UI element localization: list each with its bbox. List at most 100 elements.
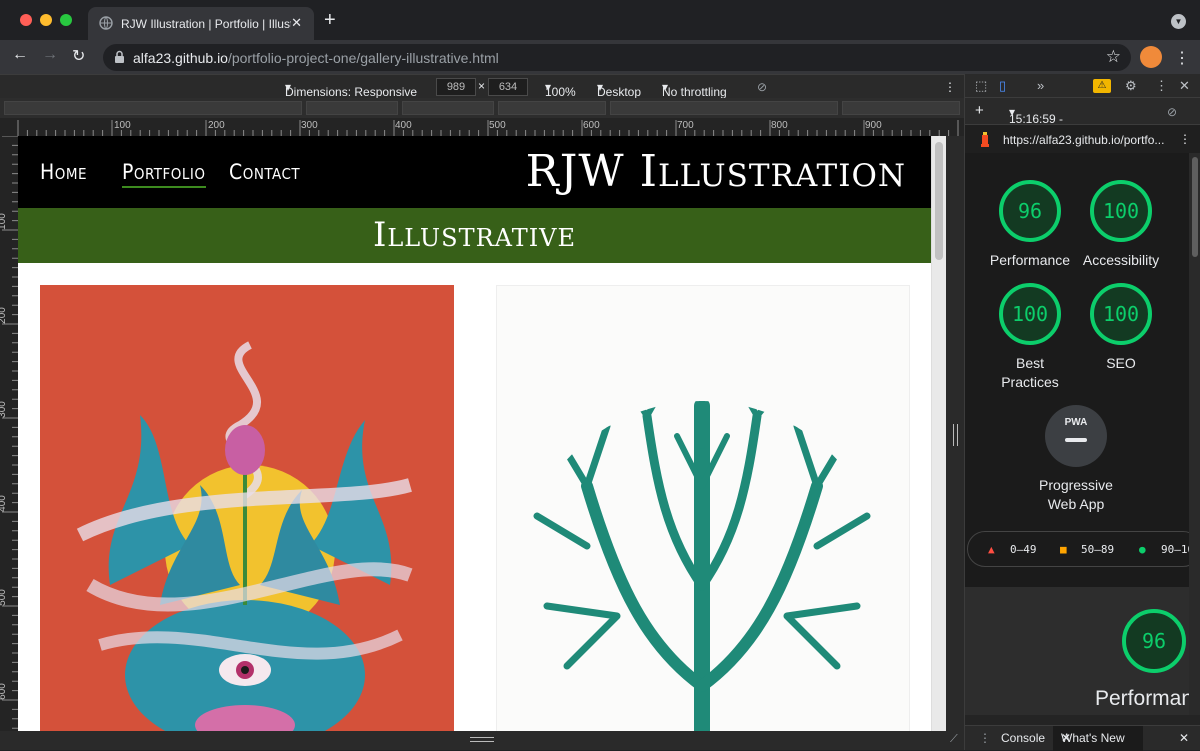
- times-icon: ×: [478, 79, 486, 93]
- media-query-segment[interactable]: [402, 101, 494, 115]
- performance-detail-gauge[interactable]: 96: [1122, 609, 1186, 673]
- address-bar[interactable]: alfa23.github.io/portfolio-project-one/g…: [103, 44, 1131, 71]
- best-practices-gauge[interactable]: 100: [999, 283, 1061, 345]
- ruler-label: 800: [771, 120, 788, 131]
- media-query-segment[interactable]: [306, 101, 398, 115]
- media-query-segment[interactable]: [498, 101, 606, 115]
- gallery-artwork-coral[interactable]: [496, 285, 910, 731]
- ruler-label: 600: [583, 120, 600, 131]
- ruler-label: 500: [489, 120, 506, 131]
- lighthouse-report: 96 Performance 100 Accessibility 100 Bes…: [965, 153, 1189, 593]
- browser-menu-icon[interactable]: ⋮: [1174, 48, 1190, 68]
- close-devtools-icon[interactable]: ✕: [1179, 78, 1190, 94]
- ruler-ticks: [17, 120, 959, 136]
- settings-gear-icon[interactable]: ⚙: [1125, 78, 1137, 94]
- seo-label: SEO: [1106, 355, 1136, 371]
- back-arrow-icon[interactable]: ←: [12, 46, 28, 64]
- site-header: Home Portfolio Contact RJW Illustration: [18, 136, 931, 208]
- drawer-tab-whats-new[interactable]: What's New ✕: [1053, 726, 1143, 751]
- new-tab-button[interactable]: +: [324, 10, 336, 30]
- minimize-window-button[interactable]: [40, 14, 52, 26]
- drawer-menu-icon[interactable]: ⋮: [979, 731, 991, 745]
- gallery-artwork-creature[interactable]: [40, 285, 454, 731]
- device-type-dropdown[interactable]: Desktop ▾: [597, 80, 641, 99]
- maximize-window-button[interactable]: [60, 14, 72, 26]
- vertical-ruler: 100 200 300 400 500 600: [0, 136, 18, 731]
- viewport-scrollbar[interactable]: [931, 136, 946, 731]
- site-brand[interactable]: RJW Illustration: [526, 146, 906, 197]
- more-tabs-icon[interactable]: »: [1037, 78, 1044, 93]
- accessibility-gauge[interactable]: 100: [1090, 180, 1152, 242]
- close-window-button[interactable]: [20, 14, 32, 26]
- nav-portfolio[interactable]: Portfolio: [122, 160, 206, 188]
- performance-detail-title: Performance: [1095, 687, 1189, 710]
- emulated-viewport: Home Portfolio Contact RJW Illustration …: [18, 136, 931, 731]
- ruler-label: 900: [865, 120, 882, 131]
- bookmark-star-icon[interactable]: ☆: [1106, 47, 1121, 67]
- devtools-toolbar: ⬚ ▯ » ⚠ ⚙ ⋮ ✕: [965, 74, 1200, 98]
- globe-icon: [99, 16, 113, 30]
- forward-arrow-icon[interactable]: →: [42, 46, 58, 64]
- devtools-scrollbar-thumb[interactable]: [1192, 157, 1198, 257]
- device-toggle-icon[interactable]: ▯: [999, 78, 1006, 94]
- scrollbar-thumb[interactable]: [935, 142, 943, 260]
- devtools-menu-icon[interactable]: ⋮: [1155, 78, 1168, 94]
- tab-strip: RJW Illustration | Portfolio | Illustrat…: [0, 0, 1200, 40]
- devtools-scrollbar[interactable]: [1189, 153, 1200, 715]
- url-text: alfa23.github.io/portfolio-project-one/g…: [133, 50, 499, 66]
- width-input[interactable]: 989: [436, 78, 476, 96]
- warning-badge-icon[interactable]: ⚠: [1093, 79, 1111, 93]
- drawer-tab-whats-new-label: What's New: [1061, 731, 1125, 745]
- ruler-label: 200: [0, 307, 8, 324]
- media-query-segment[interactable]: [610, 101, 838, 115]
- new-report-icon[interactable]: +: [975, 102, 984, 119]
- dimensions-dropdown[interactable]: Dimensions: Responsive ▾: [285, 80, 417, 99]
- report-selector[interactable]: 15:16:59 - alfa23.github.io ▾: [1009, 105, 1090, 140]
- report-url: https://alfa23.github.io/portfo...: [1003, 133, 1165, 147]
- tab-search-button[interactable]: ▼: [1171, 14, 1186, 29]
- browser-tab[interactable]: RJW Illustration | Portfolio | Illustrat…: [88, 7, 314, 40]
- section-banner: Illustrative: [18, 208, 931, 263]
- nav-contact[interactable]: Contact: [229, 160, 300, 184]
- clear-reports-icon[interactable]: ⊘: [1167, 105, 1177, 119]
- close-tab-icon[interactable]: ✕: [291, 15, 302, 31]
- drawer-tab-console[interactable]: Console: [1001, 731, 1045, 745]
- nav-home[interactable]: Home: [40, 160, 87, 184]
- height-input[interactable]: 634: [488, 78, 528, 96]
- tab-title: RJW Illustration | Portfolio | Illustrat…: [121, 17, 291, 31]
- corner-resize-icon[interactable]: ⟋: [950, 733, 958, 746]
- inspect-element-icon[interactable]: ⬚: [975, 78, 987, 94]
- url-path: /portfolio-project-one/gallery-illustrat…: [227, 50, 499, 66]
- fail-triangle-icon: ▲: [988, 543, 995, 556]
- pwa-badge-text: PWA: [1064, 417, 1088, 428]
- bottom-resize-handle-icon[interactable]: [470, 737, 494, 742]
- zoom-dropdown[interactable]: 100% ▾: [545, 80, 576, 99]
- devtools-drawer: ⋮ Console What's New ✕ ✕: [965, 725, 1200, 751]
- pass-circle-icon: ●: [1139, 543, 1146, 556]
- performance-label: Performance: [989, 252, 1071, 268]
- ruler-label: 500: [0, 589, 8, 606]
- throttling-dropdown[interactable]: No throttling ▾: [662, 80, 727, 99]
- lighthouse-icon: [981, 132, 989, 147]
- accessibility-label: Accessibility: [1082, 252, 1160, 268]
- ruler-label: 200: [208, 120, 225, 131]
- device-toolbar-menu-icon[interactable]: ⋮: [944, 80, 956, 94]
- media-query-segment[interactable]: [842, 101, 960, 115]
- profile-avatar[interactable]: [1140, 46, 1162, 68]
- legend-average-range: 50–89: [1081, 543, 1115, 556]
- seo-gauge[interactable]: 100: [1090, 283, 1152, 345]
- media-query-segment[interactable]: [4, 101, 302, 115]
- close-drawer-icon[interactable]: ✕: [1179, 731, 1189, 745]
- pwa-badge[interactable]: PWA: [1045, 405, 1107, 467]
- creature-illustration: [76, 341, 413, 731]
- reload-icon[interactable]: ↻: [72, 46, 85, 66]
- resize-handle-icon[interactable]: [953, 424, 958, 446]
- performance-gauge[interactable]: 96: [999, 180, 1061, 242]
- throttling-value: No throttling: [662, 85, 727, 99]
- coral-illustration: [533, 401, 874, 731]
- rotate-icon[interactable]: ⊘: [757, 80, 767, 94]
- horizontal-ruler: 100 200 300 400 500 600 700 800 900: [0, 118, 964, 136]
- report-menu-icon[interactable]: ⋮: [1179, 132, 1191, 146]
- ruler-label: 100: [0, 213, 8, 230]
- lock-icon[interactable]: [114, 50, 125, 64]
